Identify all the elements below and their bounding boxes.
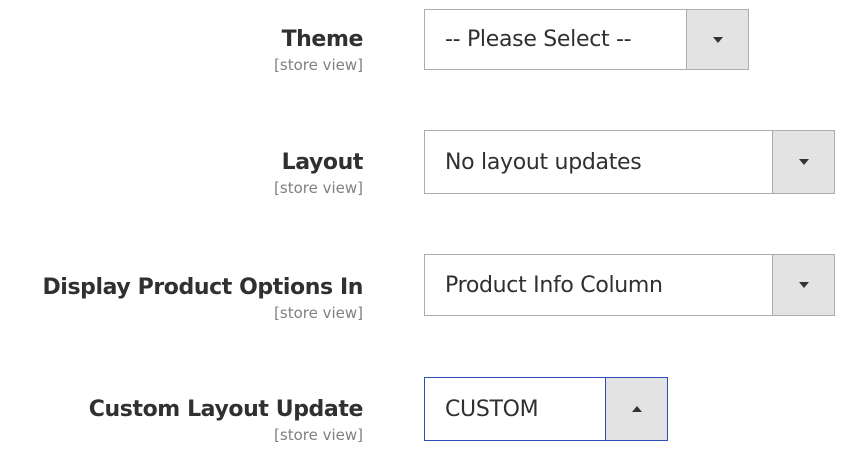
theme-select[interactable]: -- Please Select -- [424, 9, 749, 70]
custom-layout-update-select[interactable]: CUSTOM [424, 377, 668, 441]
theme-select-value: -- Please Select -- [445, 27, 632, 52]
layout-select[interactable]: No layout updates [424, 130, 835, 194]
chevron-down-icon [798, 159, 809, 165]
field-label-group: Layout [store view] [0, 150, 363, 197]
display-product-options-label: Display Product Options In [42, 275, 363, 300]
theme-label: Theme [281, 27, 364, 52]
chevron-up-icon [631, 406, 642, 412]
chevron-down-icon [798, 282, 809, 288]
layout-label: Layout [281, 150, 364, 175]
layout-select-toggle[interactable] [772, 131, 834, 193]
custom-layout-update-select-toggle[interactable] [605, 378, 667, 440]
theme-select-toggle[interactable] [686, 10, 748, 69]
display-product-options-select[interactable]: Product Info Column [424, 254, 835, 316]
field-label-group: Theme [store view] [0, 27, 363, 74]
theme-scope: [store view] [274, 56, 363, 74]
custom-layout-update-scope: [store view] [274, 426, 363, 444]
display-product-options-scope: [store view] [274, 304, 363, 322]
layout-scope: [store view] [274, 179, 363, 197]
chevron-down-icon [712, 36, 723, 43]
display-product-options-select-value: Product Info Column [445, 272, 663, 298]
field-label-group: Custom Layout Update [store view] [0, 397, 364, 444]
display-product-options-select-toggle[interactable] [772, 255, 834, 315]
layout-select-value: No layout updates [445, 149, 642, 175]
design-settings-form: Theme [store view] -- Please Select -- L… [0, 0, 843, 455]
field-label-group: Display Product Options In [store view] [0, 275, 363, 322]
custom-layout-update-select-value: CUSTOM [445, 396, 539, 422]
custom-layout-update-label: Custom Layout Update [88, 397, 364, 422]
